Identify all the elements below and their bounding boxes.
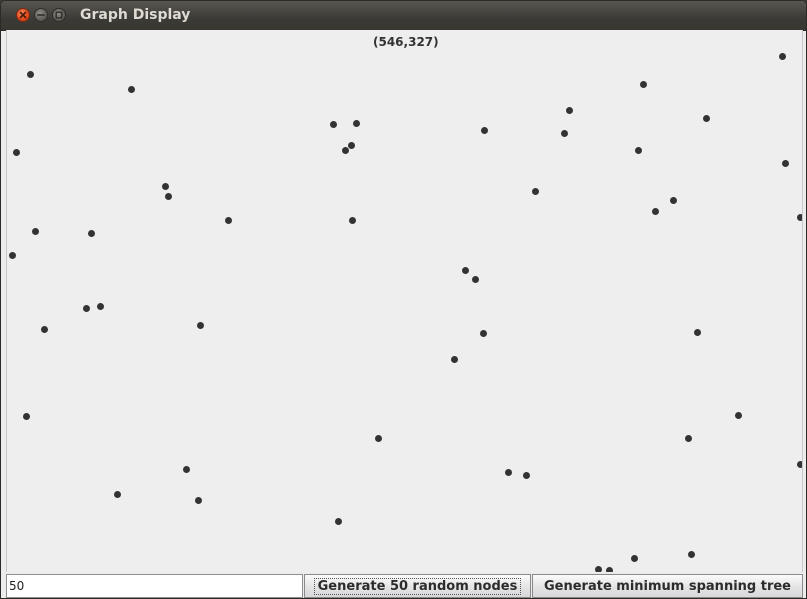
graph-node xyxy=(113,490,121,498)
graph-node xyxy=(687,550,695,558)
graph-node xyxy=(347,141,355,149)
graph-node xyxy=(182,465,190,473)
graph-node xyxy=(12,148,20,156)
graph-node xyxy=(693,328,701,336)
graph-node xyxy=(450,355,458,363)
minimize-window-button[interactable] xyxy=(34,8,48,22)
graph-node xyxy=(224,216,232,224)
graph-node xyxy=(565,106,573,114)
graph-node xyxy=(734,411,742,419)
graph-node xyxy=(639,80,647,88)
graph-node xyxy=(778,52,786,60)
graph-node xyxy=(8,251,16,259)
graph-node xyxy=(480,126,488,134)
graph-node xyxy=(781,159,789,167)
graph-node xyxy=(87,229,95,237)
graph-node xyxy=(40,325,48,333)
app-window: Graph Display (546,327) Generate 50 rand… xyxy=(0,0,807,599)
graph-node xyxy=(374,434,382,442)
graph-node xyxy=(348,216,356,224)
graph-node xyxy=(26,70,34,78)
graph-node xyxy=(796,213,802,221)
node-count-input[interactable] xyxy=(6,574,303,598)
graph-node xyxy=(504,468,512,476)
graph-node xyxy=(630,554,638,562)
graph-node xyxy=(669,196,677,204)
graph-node xyxy=(560,129,568,137)
graph-node xyxy=(164,192,172,200)
graph-node xyxy=(634,146,642,154)
graph-node xyxy=(196,321,204,329)
graph-node xyxy=(22,412,30,420)
window-title: Graph Display xyxy=(80,7,191,23)
graph-node xyxy=(352,119,360,127)
graph-node xyxy=(161,182,169,190)
graph-node xyxy=(127,85,135,93)
graph-node xyxy=(702,114,710,122)
generate-mst-button[interactable]: Generate minimum spanning tree xyxy=(532,574,803,598)
generate-random-nodes-label: Generate 50 random nodes xyxy=(313,577,522,595)
close-icon xyxy=(19,11,27,19)
graph-node xyxy=(341,146,349,154)
graph-node xyxy=(651,207,659,215)
graph-node xyxy=(479,329,487,337)
graph-node xyxy=(796,460,802,468)
graph-node xyxy=(31,227,39,235)
title-bar[interactable]: Graph Display xyxy=(1,1,806,31)
graph-node xyxy=(531,187,539,195)
graph-node xyxy=(96,302,104,310)
graph-node xyxy=(522,471,530,479)
graph-node xyxy=(471,275,479,283)
graph-node xyxy=(461,266,469,274)
maximize-window-button[interactable] xyxy=(52,8,66,22)
close-window-button[interactable] xyxy=(16,8,30,22)
graph-node xyxy=(329,120,337,128)
graph-node xyxy=(684,434,692,442)
graph-node xyxy=(334,517,342,525)
control-bar: Generate 50 random nodes Generate minimu… xyxy=(6,572,803,598)
generate-random-nodes-button[interactable]: Generate 50 random nodes xyxy=(304,574,531,598)
graph-node xyxy=(194,496,202,504)
cursor-coordinate-readout: (546,327) xyxy=(373,35,439,49)
graph-node xyxy=(82,304,90,312)
maximize-icon xyxy=(55,11,63,19)
minimize-icon xyxy=(37,14,45,16)
graph-canvas[interactable]: (546,327) xyxy=(6,30,803,572)
